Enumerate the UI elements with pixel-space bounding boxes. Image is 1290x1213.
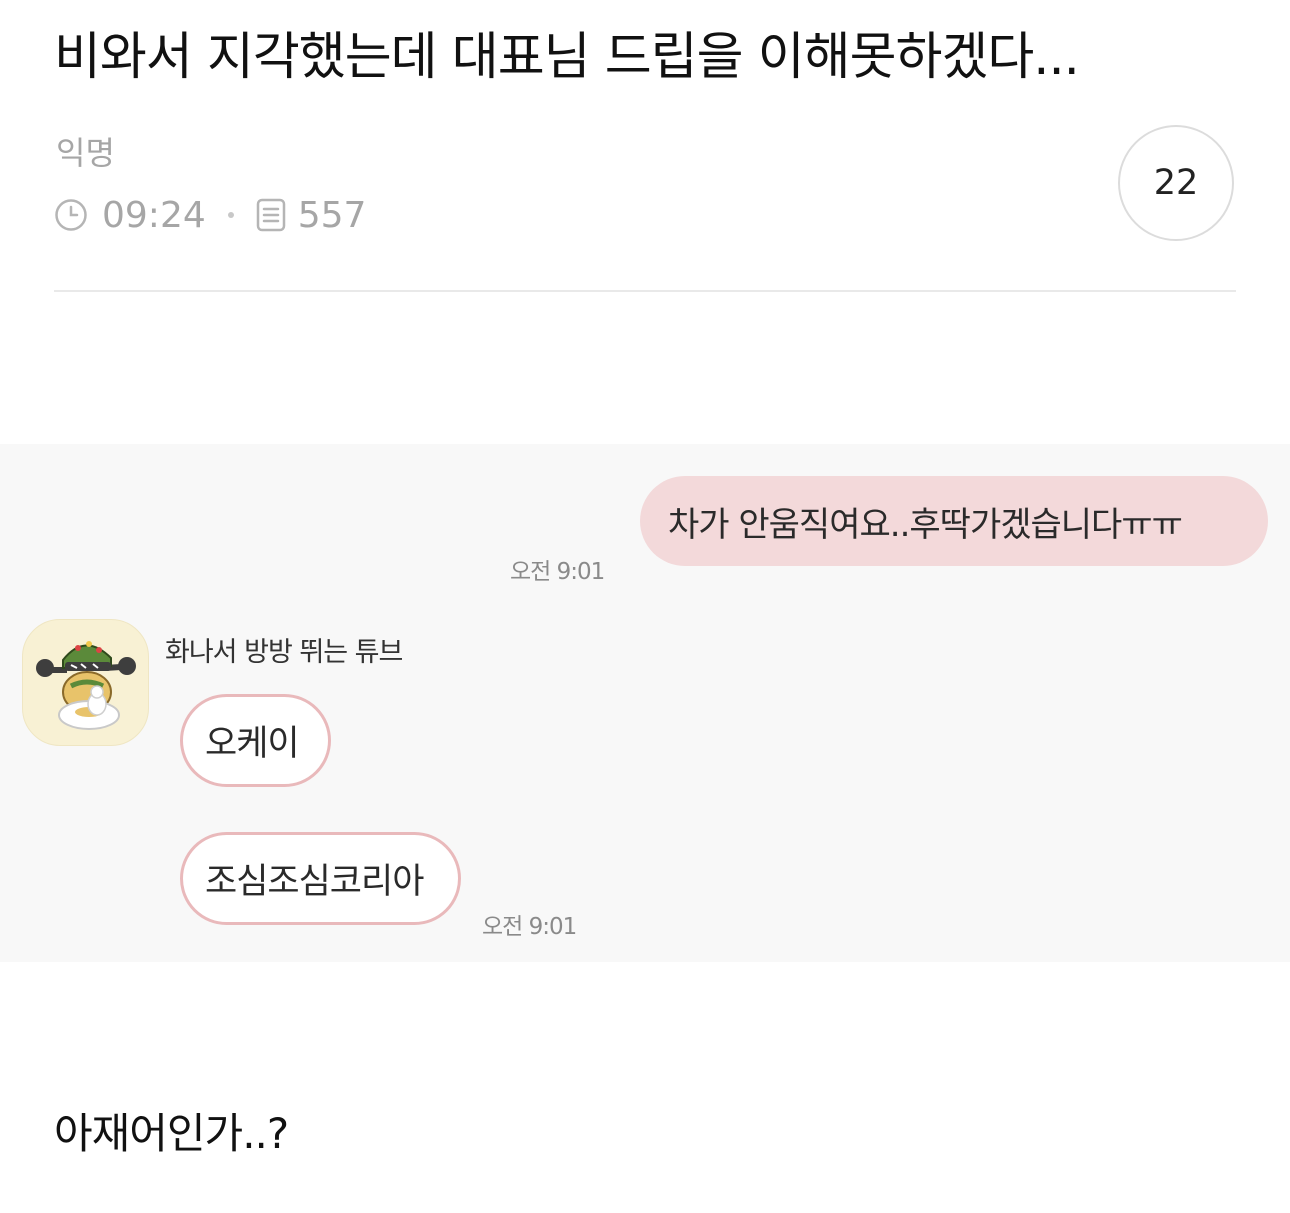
clock-icon	[54, 198, 88, 232]
post-title: 비와서 지각했는데 대표님 드립을 이해못하겠다...	[54, 28, 1080, 87]
sender-name: 화나서 방방 뛰는 튜브	[165, 637, 403, 668]
tube-character-avatar	[22, 619, 149, 746]
document-icon	[256, 198, 286, 232]
reply-bubble-ok: 오케이	[180, 694, 331, 787]
comment-count-button[interactable]: 22	[1118, 125, 1234, 241]
post-meta: 09:24 557	[54, 193, 366, 237]
post-body: 아재어인가..?	[54, 1109, 289, 1158]
reply-time: 오전 9:01	[482, 914, 577, 940]
reply-bubble-careful: 조심조심코리아	[180, 832, 461, 925]
author-name[interactable]: 익명	[56, 133, 115, 173]
chat-screenshot: 차가 안움직여요..후딱가겠습니다ㅠㅠ 오전 9:01 화나서 방방 뛰는 튜브…	[0, 444, 1290, 962]
post-time: 09:24	[102, 194, 206, 236]
meta-separator	[227, 212, 234, 218]
my-message-time: 오전 9:01	[510, 559, 605, 585]
header-divider	[54, 290, 1236, 292]
my-message-bubble: 차가 안움직여요..후딱가겠습니다ㅠㅠ	[640, 476, 1268, 566]
view-count: 557	[297, 194, 367, 236]
